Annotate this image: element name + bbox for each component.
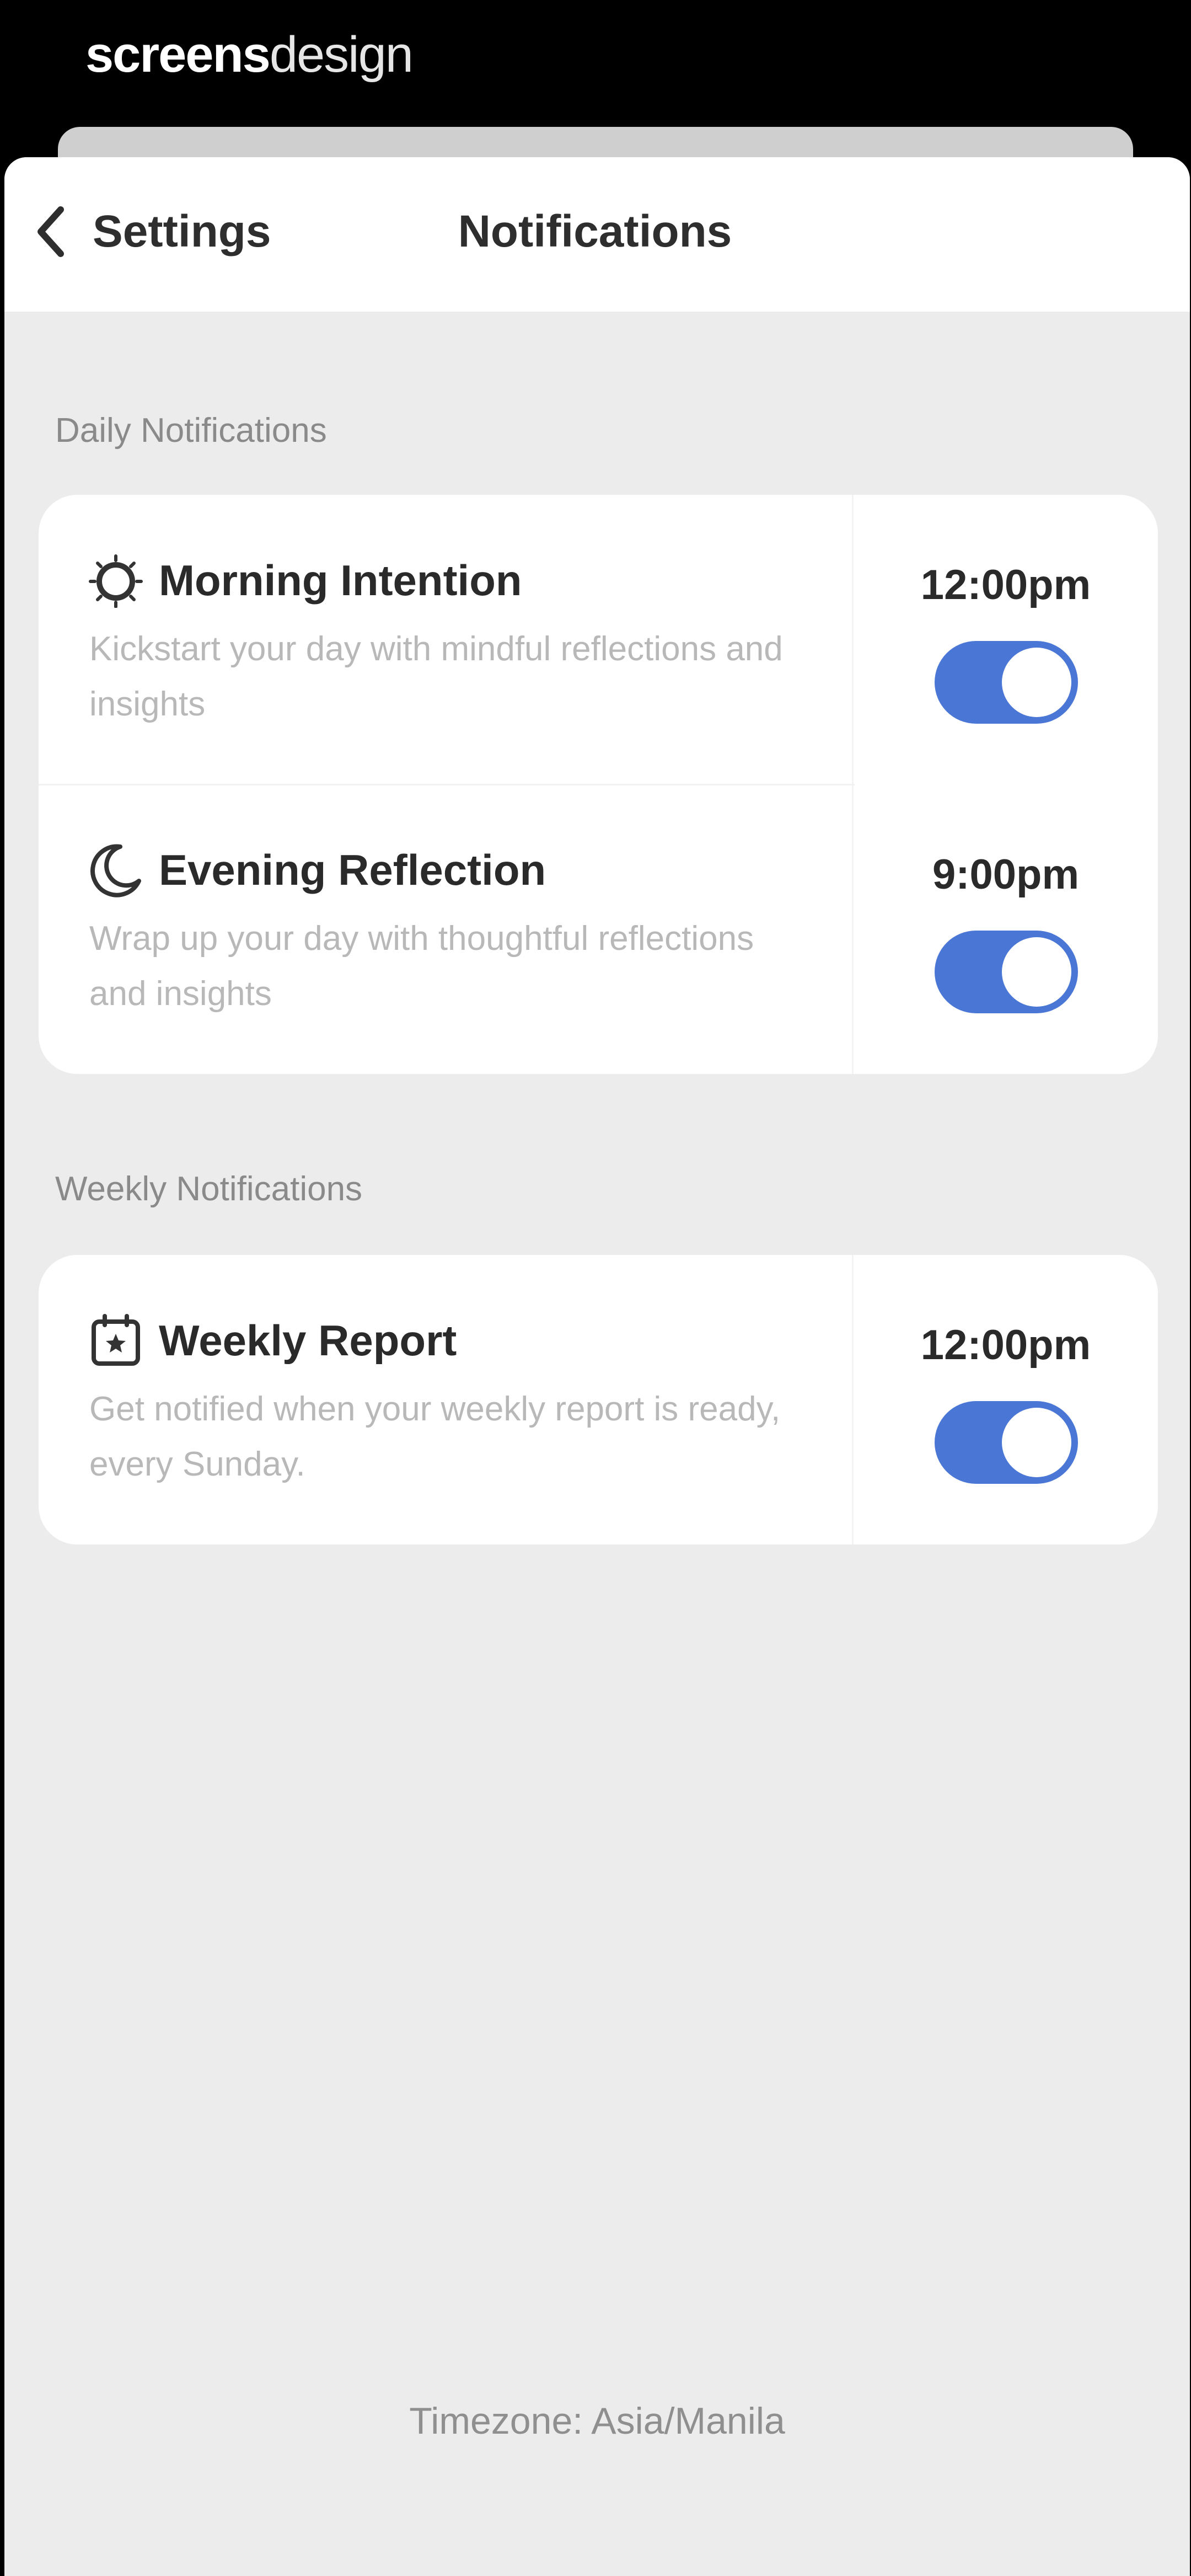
brand-logo: screensdesign: [85, 24, 414, 85]
navigation-bar: Settings Notifications: [4, 157, 1190, 312]
notification-toggle[interactable]: [935, 931, 1078, 1013]
notification-row-evening: Evening Reflection Wrap up your day with…: [39, 784, 1158, 1074]
notification-time[interactable]: 12:00pm: [854, 561, 1158, 609]
timezone-label: Timezone: Asia/Manila: [409, 2400, 785, 2442]
toggle-knob: [1002, 937, 1071, 1007]
notifications-sheet: Settings Notifications Daily Notificatio…: [4, 157, 1190, 2576]
page-title: Notifications: [458, 206, 732, 256]
notification-time[interactable]: 9:00pm: [854, 851, 1158, 899]
brand-part2: design: [269, 26, 414, 83]
moon-icon: [90, 844, 141, 897]
notification-description: Kickstart your day with mindful reflecti…: [89, 630, 783, 723]
notification-toggle[interactable]: [935, 641, 1078, 724]
section-label-weekly: Weekly Notifications: [55, 1170, 363, 1208]
calendar-icon: [92, 1314, 140, 1366]
section-label-daily: Daily Notifications: [55, 411, 327, 450]
notification-row-morning: Morning Intention Kickstart your day wit…: [39, 495, 1158, 784]
sun-icon: [89, 554, 143, 608]
notification-title: Morning Intention: [159, 556, 522, 605]
toggle-knob: [1002, 1408, 1071, 1477]
notification-title: Evening Reflection: [159, 846, 546, 894]
notification-description: Wrap up your day with thoughtful reflect…: [89, 920, 754, 1013]
daily-notifications-card: Morning Intention Kickstart your day wit…: [39, 495, 1158, 1074]
notification-row-weekly: Weekly Report Get notified when your wee…: [39, 1255, 1158, 1544]
weekly-notifications-card: Weekly Report Get notified when your wee…: [39, 1255, 1158, 1544]
brand-part1: screens: [85, 26, 271, 83]
notification-title: Weekly Report: [159, 1316, 457, 1365]
top-brand-bar: screensdesign: [0, 0, 1191, 132]
toggle-knob: [1002, 648, 1071, 717]
notification-toggle[interactable]: [935, 1401, 1078, 1484]
notification-description: Get notified when your weekly report is …: [89, 1390, 781, 1483]
notification-time[interactable]: 12:00pm: [854, 1321, 1158, 1369]
